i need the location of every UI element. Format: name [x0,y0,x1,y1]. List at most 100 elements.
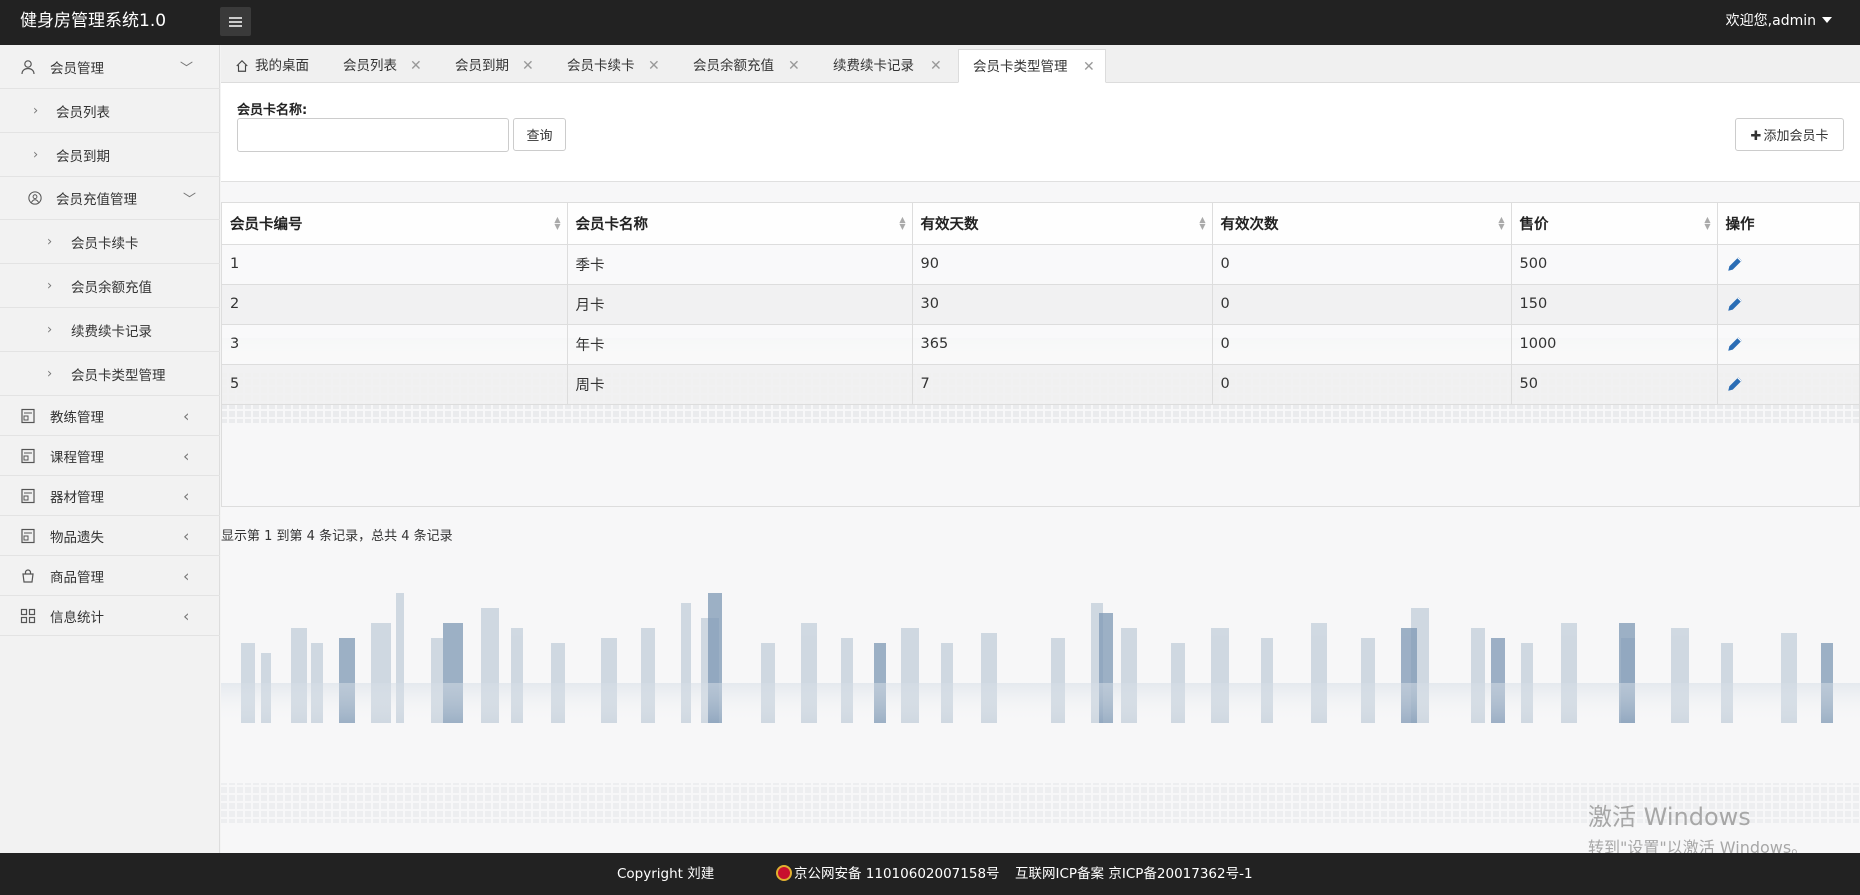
edit-pencil-icon[interactable] [1726,375,1744,393]
chevron-down-icon: ﹀ [180,61,194,76]
card-name-search-input[interactable] [237,118,509,152]
column-header-label: 会员卡名称 [575,216,649,233]
police-badge-icon [776,865,792,881]
sidebar: 会员管理 ﹀ › 会员列表 › 会员到期 会员充值管理 ﹀ › 会员卡续卡 › … [0,45,220,853]
cell-valid-days: 30 [912,284,1213,325]
sidebar-item-statistics[interactable]: 信息统计 ‹ [0,596,220,636]
column-header-card-id[interactable]: 会员卡编号 ▲ ▼ [222,203,568,245]
close-icon[interactable]: ✕ [410,49,422,83]
search-label: 会员卡名称: [237,103,308,118]
tab-renewal-records[interactable]: 续费续卡记录 ✕ [833,49,963,83]
edit-pencil-icon[interactable] [1726,255,1744,273]
footer-icp-record[interactable]: 互联网ICP备案 京ICP备20017362号-1 [1015,853,1253,895]
chevron-right-icon: › [47,234,53,249]
table-row: 3 年卡 365 0 1000 [222,324,1859,365]
sidebar-item-label: 会员卡续卡 [71,235,139,252]
sidebar-item-renewal-records[interactable]: › 续费续卡记录 [0,308,220,352]
column-header-label: 会员卡编号 [230,216,303,233]
add-card-button[interactable]: ✚ 添加会员卡 [1735,118,1844,151]
edit-pencil-icon[interactable] [1726,295,1744,313]
sidebar-item-lost-items[interactable]: 物品遗失 ‹ [0,516,220,556]
column-header-valid-times[interactable]: 有效次数 ▲ ▼ [1212,203,1512,245]
column-header-label: 有效天数 [920,216,979,233]
tab-member-list[interactable]: 会员列表 ✕ [343,49,453,83]
column-header-price[interactable]: 售价 ▲ ▼ [1511,203,1718,245]
cell-actions [1717,324,1859,365]
cell-actions [1717,364,1859,405]
user-menu[interactable]: 欢迎您,admin [1726,0,1832,43]
sidebar-item-label: 课程管理 [50,449,104,466]
tab-label: 会员卡类型管理 [973,59,1068,75]
tab-balance-recharge[interactable]: 会员余额充值 ✕ [693,49,823,83]
sidebar-item-label: 会员列表 [56,104,110,121]
chevron-right-icon: › [33,103,39,118]
cell-card-id: 5 [222,364,568,405]
tab-label: 我的桌面 [255,58,309,74]
tab-label: 会员列表 [343,58,397,74]
close-icon[interactable]: ✕ [788,49,800,83]
tab-bar: 我的桌面 会员列表 ✕ 会员到期 ✕ 会员卡续卡 ✕ 会员余额充值 ✕ 续费续卡… [221,45,1860,83]
sidebar-item-label: 教练管理 [50,409,104,426]
cell-price: 50 [1511,364,1718,405]
column-header-card-name[interactable]: 会员卡名称 ▲ ▼ [567,203,913,245]
sidebar-item-coach-management[interactable]: 教练管理 ‹ [0,396,220,436]
chevron-left-icon: ‹ [183,526,190,545]
home-icon [236,59,248,72]
cell-valid-times: 0 [1212,244,1512,285]
cell-valid-times: 0 [1212,324,1512,365]
pagination-summary: 显示第 1 到第 4 条记录，总共 4 条记录 [221,529,453,544]
query-button[interactable]: 查询 [513,118,566,151]
edit-pencil-icon[interactable] [1726,335,1744,353]
close-icon[interactable]: ✕ [930,49,942,83]
shopping-bag-icon [22,568,34,583]
hamburger-icon [229,17,242,19]
table-row: 2 月卡 30 0 150 [222,284,1859,325]
card-type-table-container: 会员卡编号 ▲ ▼ 会员卡名称 ▲ ▼ 有效天数 ▲ ▼ 有效次数 ▲ ▼ 售价 ▲ ▼ 操作 1 … [221,202,1860,507]
footer-police-record[interactable]: 京公网安备 11010602007158号 [776,853,1000,895]
sidebar-item-member-list[interactable]: › 会员列表 [0,89,220,133]
cell-card-name: 季卡 [567,244,913,285]
top-bar: 健身房管理系统1.0 欢迎您,admin [0,0,1860,45]
sidebar-item-label: 会员到期 [56,148,110,165]
hamburger-icon-line [229,25,242,27]
sidebar-item-member-expiry[interactable]: › 会员到期 [0,133,220,177]
sidebar-item-label: 会员卡类型管理 [71,367,166,384]
sidebar-item-course-management[interactable]: 课程管理 ‹ [0,436,220,476]
sort-icon: ▲ ▼ [899,215,906,231]
close-icon[interactable]: ✕ [522,49,534,83]
column-header-valid-days[interactable]: 有效天数 ▲ ▼ [912,203,1213,245]
sidebar-item-balance-recharge[interactable]: › 会员余额充值 [0,264,220,308]
sidebar-item-member-management[interactable]: 会员管理 ﹀ [0,45,220,89]
chevron-left-icon: ‹ [183,606,190,625]
footer-police-text: 京公网安备 11010602007158号 [794,866,1000,882]
sidebar-item-label: 会员管理 [50,60,104,77]
footer: Copyright 刘建 京公网安备 11010602007158号 互联网IC… [0,853,1860,895]
id-card-icon [21,488,35,503]
caret-down-icon [1822,17,1832,23]
close-icon[interactable]: ✕ [1083,50,1095,84]
chevron-left-icon: ‹ [183,406,190,425]
table-header-row: 会员卡编号 ▲ ▼ 会员卡名称 ▲ ▼ 有效天数 ▲ ▼ 有效次数 ▲ ▼ 售价 ▲ ▼ 操作 [222,203,1859,245]
sort-icon: ▲ ▼ [1199,215,1206,231]
sidebar-item-card-type-management[interactable]: › 会员卡类型管理 [0,352,220,396]
close-icon[interactable]: ✕ [648,49,660,83]
column-header-label: 操作 [1725,216,1755,233]
cell-card-name: 月卡 [567,284,913,325]
sidebar-item-label: 会员充值管理 [56,192,137,208]
sort-icon: ▲ ▼ [554,215,561,231]
sidebar-item-equipment-management[interactable]: 器材管理 ‹ [0,476,220,516]
sidebar-item-product-management[interactable]: 商品管理 ‹ [0,556,220,596]
sidebar-item-card-renewal[interactable]: › 会员卡续卡 [0,220,220,264]
sidebar-item-recharge-management[interactable]: 会员充值管理 ﹀ [0,177,220,220]
tab-card-type-management[interactable]: 会员卡类型管理 ✕ [958,49,1106,83]
add-card-button-label: 添加会员卡 [1763,129,1829,144]
cell-card-id: 2 [222,284,568,325]
chevron-right-icon: › [47,278,53,293]
cell-valid-times: 0 [1212,284,1512,325]
tab-member-expiry[interactable]: 会员到期 ✕ [455,49,565,83]
menu-toggle-button[interactable] [220,7,251,36]
grid-icon [20,608,36,623]
tab-card-renewal[interactable]: 会员卡续卡 ✕ [567,49,677,83]
cell-card-name: 年卡 [567,324,913,365]
column-header-actions: 操作 [1717,203,1859,245]
